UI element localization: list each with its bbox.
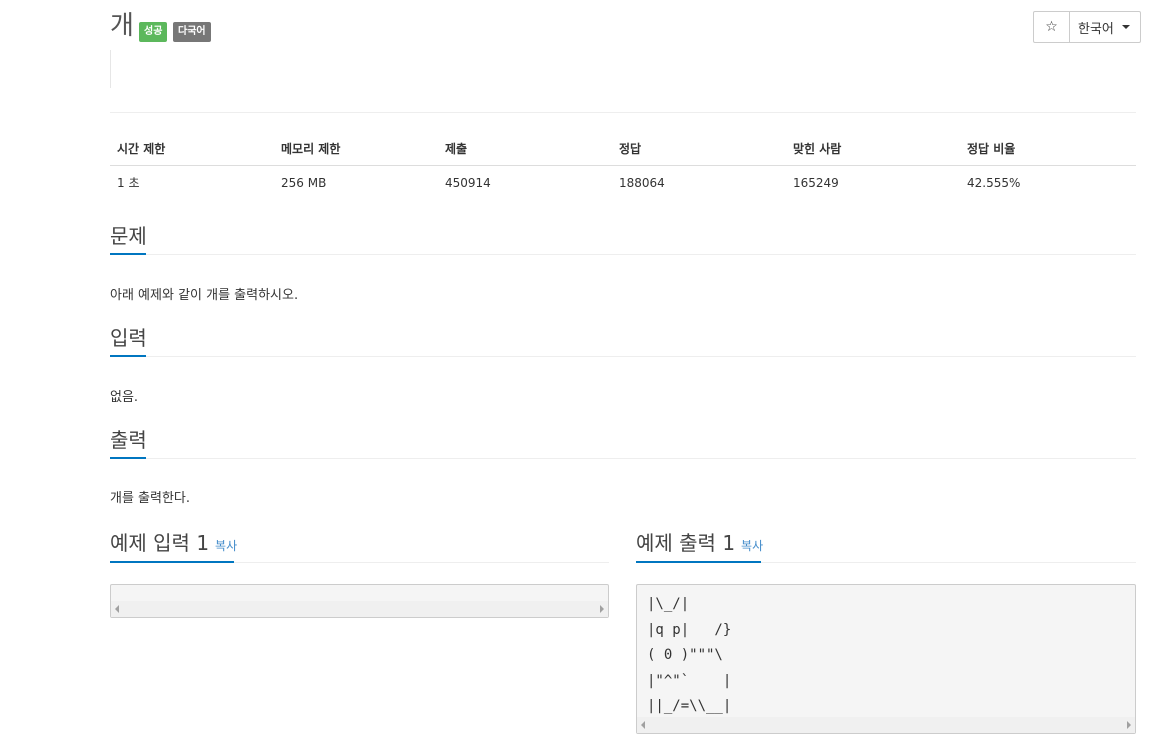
sample-input-title: 예제 입력 1 — [110, 531, 210, 555]
scroll-left-icon[interactable] — [115, 605, 119, 613]
horizontal-scrollbar[interactable] — [637, 717, 1135, 733]
sample-output-heading: 예제 출력 1 복사 — [636, 530, 763, 559]
memory-limit-value: 256 MB — [281, 175, 327, 190]
copy-sample-input-button[interactable]: 복사 — [215, 539, 237, 553]
solvers-value[interactable]: 165249 — [786, 166, 960, 200]
header-separator — [110, 112, 1136, 113]
heading-underline — [110, 457, 146, 459]
heading-underline — [110, 561, 234, 563]
problem-info-table: 시간 제한 메모리 제한 제출 정답 맞힌 사람 정답 비율 1 초 256 M… — [110, 132, 1136, 199]
accepted-value[interactable]: 188064 — [612, 166, 786, 200]
scroll-left-icon[interactable] — [641, 721, 645, 729]
submissions-value[interactable]: 450914 — [438, 166, 612, 200]
section-heading-description: 문제 — [110, 224, 147, 248]
column-header-ratio: 정답 비율 — [960, 132, 1136, 166]
output-line: ||_/=\\__| — [647, 698, 732, 714]
favorite-button[interactable]: ☆ — [1034, 12, 1070, 42]
table-row: 1 초 256 MB 450914 188064 165249 42.555% — [110, 166, 1136, 200]
column-header-accepted: 정답 — [612, 132, 786, 166]
language-label: 한국어 — [1078, 21, 1114, 37]
horizontal-scrollbar[interactable] — [111, 601, 608, 617]
output-line: |q p| /} — [647, 621, 732, 638]
column-header-memory-limit: 메모리 제한 — [274, 132, 438, 166]
column-header-solvers: 맞힌 사람 — [786, 132, 960, 166]
sample-output-box[interactable]: |\_/| |q p| /} ( 0 )"""\ |"^"` | ||_/=\\… — [636, 584, 1136, 734]
caret-down-icon — [1121, 25, 1130, 29]
copy-sample-output-button[interactable]: 복사 — [741, 539, 763, 553]
problem-title: 개 — [110, 11, 134, 41]
output-line: |\_/| — [647, 596, 690, 612]
language-dropdown[interactable]: 한국어 — [1070, 12, 1140, 42]
heading-underline — [110, 355, 146, 357]
section-separator — [761, 562, 1136, 563]
sample-input-box[interactable] — [110, 584, 609, 618]
problem-toolbar: ☆ 한국어 — [1033, 11, 1141, 43]
column-header-submissions: 제출 — [438, 132, 612, 166]
output-line: ( 0 )"""\ — [647, 647, 723, 663]
section-separator — [146, 458, 1136, 459]
section-heading-input: 입력 — [110, 326, 147, 350]
section-separator — [146, 356, 1136, 357]
title-divider — [110, 50, 111, 88]
column-header-time-limit: 시간 제한 — [110, 132, 274, 166]
scroll-right-icon[interactable] — [600, 605, 604, 613]
sample-output-content: |\_/| |q p| /} ( 0 )"""\ |"^"` | ||_/=\\… — [647, 592, 731, 720]
status-badge-success: 성공 — [139, 22, 168, 42]
output-text: 개를 출력한다. — [110, 491, 191, 506]
scroll-right-icon[interactable] — [1127, 721, 1131, 729]
sample-input-content — [111, 585, 608, 599]
section-separator — [146, 254, 1136, 255]
section-heading-output: 출력 — [110, 428, 147, 452]
sample-output-title: 예제 출력 1 — [636, 531, 736, 555]
heading-underline — [110, 253, 146, 255]
status-badge-multilang: 다국어 — [173, 22, 211, 42]
ratio-value: 42.555% — [967, 175, 1021, 190]
sample-input-heading: 예제 입력 1 복사 — [110, 530, 237, 559]
heading-underline — [636, 561, 761, 563]
input-text: 없음. — [110, 390, 139, 405]
star-icon: ☆ — [1045, 19, 1058, 35]
output-line: |"^"` | — [647, 672, 732, 689]
section-separator — [234, 562, 609, 563]
description-text: 아래 예제와 같이 개를 출력하시오. — [110, 288, 299, 303]
table-header-row: 시간 제한 메모리 제한 제출 정답 맞힌 사람 정답 비율 — [110, 132, 1136, 166]
time-limit-value: 1 초 — [117, 176, 140, 190]
